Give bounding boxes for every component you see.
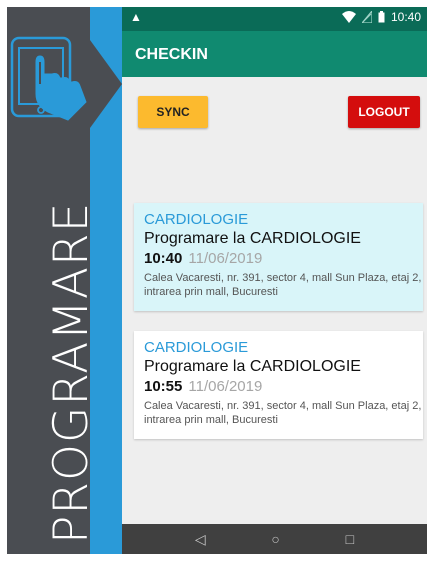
signal-icon: [361, 11, 372, 23]
appointment-date: 11/06/2019: [188, 250, 263, 267]
appointment-specialty: CARDIOLOGIE: [144, 211, 249, 228]
appointment-title: Programare la CARDIOLOGIE: [144, 230, 361, 247]
sync-button[interactable]: SYNC: [138, 96, 208, 128]
back-icon[interactable]: ◁: [195, 531, 206, 548]
appointment-specialty: CARDIOLOGIE: [144, 339, 249, 356]
wifi-icon: [341, 11, 356, 23]
status-bar: ▲ 10:40: [122, 7, 427, 31]
banner-title: PROGRAMARE: [44, 201, 99, 544]
navigation-bar: ◁ ○ □: [122, 524, 427, 554]
status-icons: 10:40: [341, 10, 421, 24]
appointment-address: Calea Vacaresti, nr. 391, sector 4, mall…: [144, 400, 422, 426]
tablet-touch-icon: [10, 36, 87, 121]
status-time: 10:40: [390, 10, 421, 24]
appointment-time: 10:40: [144, 250, 183, 267]
phone-screen: ▲ 10:40 CHECKIN SYNC LOGOUT CARDIOLOGIE …: [122, 7, 427, 554]
appointment-card[interactable]: CARDIOLOGIE Programare la CARDIOLOGIE 10…: [134, 331, 423, 439]
appointment-time: 10:55: [144, 378, 183, 395]
warning-icon: ▲: [130, 10, 142, 24]
appointment-card[interactable]: CARDIOLOGIE Programare la CARDIOLOGIE 10…: [134, 203, 423, 311]
appointment-title: Programare la CARDIOLOGIE: [144, 358, 361, 375]
app-bar: CHECKIN: [122, 31, 427, 77]
logout-button[interactable]: LOGOUT: [348, 96, 420, 128]
appointment-address: Calea Vacaresti, nr. 391, sector 4, mall…: [144, 272, 422, 298]
app-title: CHECKIN: [135, 46, 208, 63]
home-icon[interactable]: ○: [271, 531, 279, 547]
recents-icon[interactable]: □: [346, 531, 354, 547]
banner-arrow: [90, 40, 122, 128]
battery-icon: [378, 11, 385, 23]
appointment-date: 11/06/2019: [188, 378, 263, 395]
